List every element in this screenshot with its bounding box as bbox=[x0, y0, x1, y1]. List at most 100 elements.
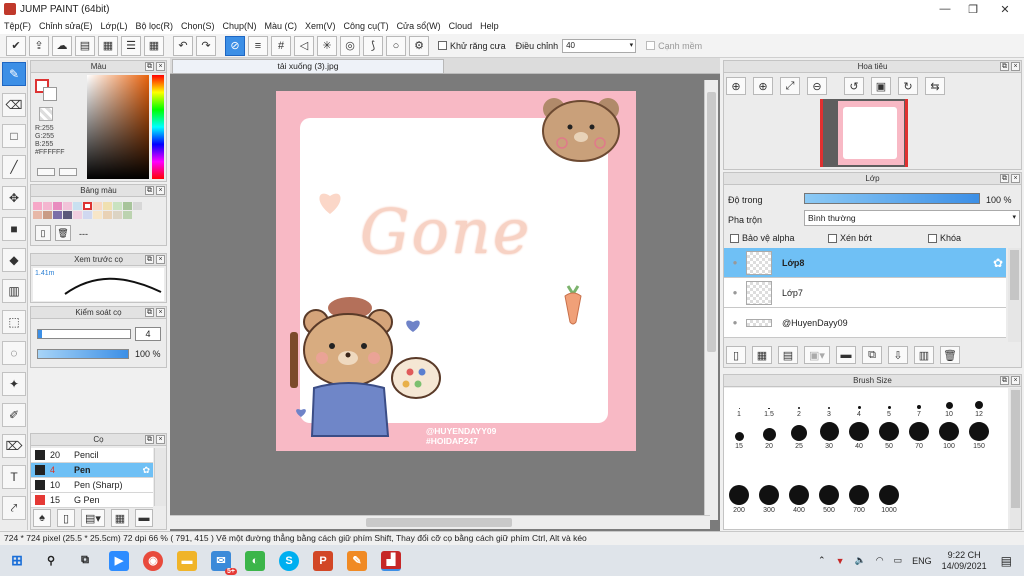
layer-menu-icon[interactable]: ▣▾ bbox=[804, 346, 830, 364]
palette-swatch[interactable] bbox=[123, 202, 132, 210]
zoom-in-alt-icon[interactable]: ⊕ bbox=[753, 77, 773, 95]
close-button[interactable]: ✕ bbox=[990, 0, 1020, 18]
float-icon[interactable]: ⧉ bbox=[145, 62, 154, 71]
snap-off-icon[interactable]: ⊘ bbox=[225, 35, 245, 56]
brush-item[interactable]: 15 G Pen bbox=[31, 493, 153, 508]
snap-radial-icon[interactable]: ✳ bbox=[317, 35, 337, 56]
palette-swatch[interactable] bbox=[63, 202, 72, 210]
blend-select[interactable]: Bình thường ▾ bbox=[804, 210, 1020, 226]
palette-swatch[interactable] bbox=[103, 202, 112, 210]
palette-swatch[interactable] bbox=[33, 202, 42, 210]
move-tool-icon[interactable]: ✥ bbox=[2, 186, 26, 210]
reset-view-icon[interactable]: ▣ bbox=[871, 77, 891, 95]
brush-size-dot[interactable] bbox=[887, 406, 891, 409]
maximize-button[interactable]: ❐ bbox=[958, 0, 988, 18]
float-icon[interactable]: ⧉ bbox=[145, 186, 154, 195]
lasso-tool-icon[interactable]: ◌ bbox=[2, 341, 26, 365]
palette-swatch[interactable] bbox=[103, 211, 112, 219]
powerpoint-icon[interactable]: P bbox=[313, 550, 333, 571]
brush-size-dot[interactable] bbox=[857, 406, 861, 409]
brush-size-slider[interactable] bbox=[37, 329, 131, 339]
menu-edit[interactable]: Chỉnh sửa(E) bbox=[39, 21, 93, 31]
menu-select[interactable]: Chọn(S) bbox=[181, 21, 215, 31]
brush-size-dot[interactable] bbox=[849, 485, 869, 505]
pen-tool-icon[interactable]: ✎ bbox=[2, 62, 26, 86]
brush-size-dot[interactable] bbox=[945, 402, 953, 409]
settings-icon[interactable]: ⚙ bbox=[409, 35, 429, 56]
close-icon[interactable]: × bbox=[156, 186, 165, 195]
swap-color-button[interactable] bbox=[37, 168, 55, 176]
brush-size-scrollbar[interactable] bbox=[1010, 388, 1021, 529]
chevron-up-icon[interactable]: ⌃ bbox=[818, 555, 826, 566]
speech-icon[interactable]: ☁ bbox=[52, 35, 72, 56]
lock-checkbox[interactable] bbox=[928, 233, 937, 243]
palette-swatch[interactable] bbox=[73, 211, 82, 219]
vertical-scroll-thumb[interactable] bbox=[707, 92, 716, 352]
palette-swatch[interactable] bbox=[63, 211, 72, 219]
palette-swatch[interactable] bbox=[83, 211, 92, 219]
clock[interactable]: 9:22 CH 14/09/2021 bbox=[942, 550, 987, 572]
file-explorer-icon[interactable]: ▬ bbox=[177, 550, 197, 571]
close-icon[interactable]: × bbox=[156, 435, 165, 444]
skype-icon[interactable]: S bbox=[279, 550, 299, 571]
brush-size-dot[interactable] bbox=[798, 407, 800, 409]
palette-swatch[interactable] bbox=[53, 211, 62, 219]
brush-size-dot[interactable] bbox=[762, 428, 776, 441]
grid-icon[interactable]: ▦ bbox=[144, 35, 164, 56]
secondary-color-swatch[interactable] bbox=[43, 87, 57, 101]
palette-swatch[interactable] bbox=[43, 202, 52, 210]
zoom-app-icon[interactable]: ▶ bbox=[109, 550, 129, 571]
snap-parallel-icon[interactable]: ≡ bbox=[248, 35, 268, 56]
sketch-app-icon[interactable]: ✎ bbox=[347, 550, 367, 571]
selection-eraser-icon[interactable]: ⌦ bbox=[2, 434, 26, 458]
soft-edge-checkbox[interactable] bbox=[646, 41, 656, 50]
gradient-tool-icon[interactable]: ▥ bbox=[2, 279, 26, 303]
eyedropper-tool-icon[interactable]: ⤤ bbox=[2, 496, 26, 520]
new-vector-layer-icon[interactable]: ▦ bbox=[752, 346, 772, 364]
transparent-color-swatch[interactable] bbox=[39, 107, 53, 121]
battery-icon[interactable]: ▭ bbox=[894, 555, 903, 566]
lock-option[interactable]: Khóa bbox=[928, 233, 961, 243]
select-tool-icon[interactable]: ⬚ bbox=[2, 310, 26, 334]
brush-size-input[interactable]: 4 bbox=[135, 327, 161, 341]
menu-tools[interactable]: Công cụ(T) bbox=[344, 21, 389, 31]
brush-size-dot[interactable] bbox=[729, 485, 749, 505]
layer-opacity-slider[interactable] bbox=[804, 193, 980, 204]
folder-icon[interactable]: ▬ bbox=[836, 346, 856, 364]
eraser-tool-icon[interactable]: ⌫ bbox=[2, 93, 26, 117]
float-icon[interactable]: ⧉ bbox=[1000, 62, 1009, 71]
antivirus-icon[interactable]: ▼ bbox=[836, 556, 845, 566]
message-icon[interactable]: ▤ bbox=[75, 35, 95, 56]
menu-view[interactable]: Xem(V) bbox=[305, 21, 336, 31]
brush-list-scrollbar[interactable] bbox=[154, 448, 166, 506]
menu-color[interactable]: Màu (C) bbox=[265, 21, 298, 31]
brush-size-dot[interactable] bbox=[738, 408, 740, 409]
document-icon[interactable]: ▦ bbox=[98, 35, 118, 56]
brush-size-dot[interactable] bbox=[879, 422, 899, 441]
antialias-option[interactable]: Khử răng cưa bbox=[438, 41, 506, 51]
brush-size-dot[interactable] bbox=[759, 485, 779, 505]
brush-size-dot[interactable] bbox=[917, 405, 921, 409]
horizontal-scroll-thumb[interactable] bbox=[366, 518, 512, 527]
visibility-icon[interactable]: ● bbox=[724, 318, 746, 327]
volume-icon[interactable]: 🔈 bbox=[855, 555, 866, 566]
layer-item[interactable]: ● Lớp7 bbox=[724, 278, 1006, 308]
trash-icon[interactable]: 🗑 bbox=[55, 225, 71, 241]
palette-swatch[interactable] bbox=[133, 202, 142, 210]
magic-wand-icon[interactable]: ✦ bbox=[2, 372, 26, 396]
wifi-icon[interactable]: ◠ bbox=[876, 555, 884, 566]
selection-pen-icon[interactable]: ✐ bbox=[2, 403, 26, 427]
float-icon[interactable]: ⧉ bbox=[1000, 376, 1009, 385]
menu-capture[interactable]: Chụp(N) bbox=[223, 21, 257, 31]
rotate-left-icon[interactable]: ↺ bbox=[844, 77, 864, 95]
gear-icon[interactable]: ✿ bbox=[993, 256, 1003, 270]
brush-size-dot[interactable] bbox=[768, 407, 770, 409]
close-icon[interactable]: × bbox=[1011, 174, 1020, 183]
float-icon[interactable]: ⧉ bbox=[145, 255, 154, 264]
snap-grid-icon[interactable]: # bbox=[271, 35, 291, 56]
menu-file[interactable]: Tệp(F) bbox=[4, 21, 31, 31]
snap-circle-icon[interactable]: ○ bbox=[386, 35, 406, 56]
jump-paint-taskbar-icon[interactable]: ▟ bbox=[381, 550, 401, 571]
reset-color-button[interactable] bbox=[59, 168, 77, 176]
palette-swatch[interactable] bbox=[93, 211, 102, 219]
